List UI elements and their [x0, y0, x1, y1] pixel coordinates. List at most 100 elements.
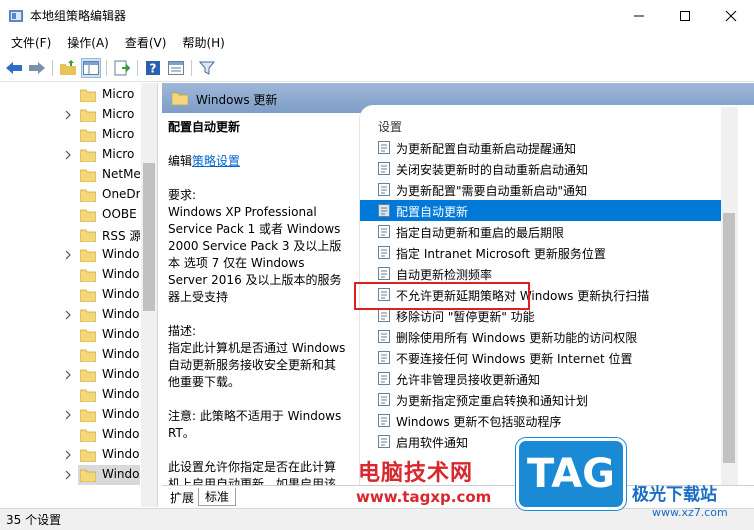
- tree-item[interactable]: OOBE: [0, 205, 141, 225]
- tree-item-label: Windo: [102, 287, 140, 301]
- menu-file[interactable]: 文件(F): [4, 32, 58, 53]
- setting-label: 移除访问 "暂停更新" 功能: [396, 310, 535, 324]
- tree-item[interactable]: Micro: [0, 145, 141, 165]
- properties-button[interactable]: [166, 58, 186, 78]
- tree-item[interactable]: Windo: [0, 405, 141, 425]
- setting-row[interactable]: 配置自动更新: [360, 200, 736, 221]
- tree-item-label: RSS 源: [102, 229, 140, 243]
- minimize-button[interactable]: [616, 0, 662, 31]
- setting-label: Windows 更新不包括驱动程序: [396, 415, 562, 429]
- filter-button[interactable]: [197, 58, 217, 78]
- folder-icon: [172, 92, 188, 105]
- up-folder-icon: [60, 60, 76, 75]
- menu-bar: 文件(F) 操作(A) 查看(V) 帮助(H): [0, 31, 754, 53]
- policy-setting-icon: [378, 435, 390, 448]
- tree-item[interactable]: Windo: [0, 445, 141, 465]
- edit-policy-link[interactable]: 策略设置: [192, 154, 240, 168]
- navigation-tree[interactable]: Micro Micro Micro Micro NetMe OneDr OOBE RSS 源 W…: [0, 83, 158, 507]
- tree-item[interactable]: Micro: [0, 85, 141, 105]
- tree-item-label: Windo: [102, 387, 140, 401]
- chevron-right-icon[interactable]: [63, 450, 73, 460]
- tree-item[interactable]: OneDr: [0, 185, 141, 205]
- maximize-button[interactable]: [662, 0, 708, 31]
- maximize-icon: [680, 10, 690, 21]
- folder-icon: [80, 149, 96, 162]
- tree-item[interactable]: Windo: [0, 245, 141, 265]
- tree-item[interactable]: Windo: [78, 465, 140, 485]
- tree-item[interactable]: Windo: [0, 285, 141, 305]
- back-button[interactable]: [4, 58, 24, 78]
- show-hide-tree-button[interactable]: [81, 58, 101, 78]
- chevron-right-icon[interactable]: [63, 250, 73, 260]
- tree-item[interactable]: Micro: [0, 125, 141, 145]
- folder-icon: [80, 109, 96, 122]
- setting-row[interactable]: 移除访问 "暂停更新" 功能: [360, 305, 736, 326]
- setting-row[interactable]: 为更新配置自动重新启动提醒通知: [360, 137, 736, 158]
- tree-item[interactable]: Windo: [0, 425, 141, 445]
- setting-row[interactable]: Windows 更新不包括驱动程序: [360, 410, 736, 431]
- menu-help[interactable]: 帮助(H): [175, 32, 231, 53]
- close-button[interactable]: [708, 0, 754, 31]
- settings-scroll-thumb[interactable]: [723, 213, 735, 463]
- tree-item[interactable]: Windo: [0, 265, 141, 285]
- menu-action[interactable]: 操作(A): [60, 32, 116, 53]
- help-button[interactable]: ?: [143, 58, 163, 78]
- chevron-right-icon[interactable]: [63, 110, 73, 120]
- tree-item[interactable]: Windo: [0, 325, 141, 345]
- setting-row[interactable]: 不要连接任何 Windows 更新 Internet 位置: [360, 347, 736, 368]
- tab-standard[interactable]: 标准: [198, 488, 237, 506]
- watermark-site-url: www.tagxp.com: [356, 488, 492, 506]
- setting-label: 指定 Intranet Microsoft 更新服务位置: [396, 247, 606, 261]
- show-hide-tree-icon: [83, 61, 99, 75]
- tree-item[interactable]: Windo: [0, 365, 141, 385]
- tree-item[interactable]: Windo: [0, 385, 141, 405]
- edit-line: 编辑策略设置: [168, 153, 346, 170]
- setting-row[interactable]: 为更新配置"需要自动重新启动"通知: [360, 179, 736, 200]
- policy-setting-icon: [378, 246, 390, 259]
- setting-row[interactable]: 指定 Intranet Microsoft 更新服务位置: [360, 242, 736, 263]
- toolbar: ?: [0, 54, 754, 82]
- settings-column-header[interactable]: 设置: [378, 118, 402, 135]
- close-icon: [725, 10, 737, 21]
- tree-item[interactable]: RSS 源: [0, 225, 141, 245]
- folder-icon: [80, 249, 96, 262]
- policy-setting-icon: [378, 183, 390, 196]
- tree-item-label: Windo: [102, 407, 140, 421]
- folder-icon: [80, 309, 96, 322]
- chevron-right-icon[interactable]: [63, 370, 73, 380]
- svg-text:?: ?: [150, 62, 157, 76]
- setting-row[interactable]: 为更新指定预定重启转换和通知计划: [360, 389, 736, 410]
- chevron-right-icon[interactable]: [63, 150, 73, 160]
- export-list-button[interactable]: [112, 58, 132, 78]
- setting-row[interactable]: 不允许更新延期策略对 Windows 更新执行扫描: [360, 284, 736, 305]
- tree-scroll-thumb[interactable]: [143, 163, 155, 311]
- setting-row[interactable]: 允许非管理员接收更新通知: [360, 368, 736, 389]
- note-text: 注意: 此策略不适用于 Windows RT。: [168, 409, 342, 440]
- tree-item-label: Micro: [102, 87, 135, 101]
- group-policy-app-icon: [9, 10, 23, 22]
- menu-view[interactable]: 查看(V): [118, 32, 174, 53]
- settings-list-pane: 设置 为更新配置自动重新启动提醒通知 关闭安装更新时的自动重新启动通知 为更新配置"…: [360, 105, 754, 485]
- more-text: 此设置允许你指定是否在此计算机上启用自动更新。如果启用该服: [168, 460, 337, 485]
- tab-extended[interactable]: 扩展: [164, 488, 200, 506]
- setting-row[interactable]: 关闭安装更新时的自动重新启动通知: [360, 158, 736, 179]
- chevron-right-icon[interactable]: [63, 410, 73, 420]
- policy-setting-icon: [378, 141, 390, 154]
- chevron-right-icon[interactable]: [63, 310, 73, 320]
- setting-row[interactable]: 指定自动更新和重启的最后期限: [360, 221, 736, 242]
- tree-item[interactable]: Micro: [0, 105, 141, 125]
- setting-label: 删除使用所有 Windows 更新功能的访问权限: [396, 331, 638, 345]
- folder-title: Windows 更新: [196, 93, 278, 107]
- setting-row[interactable]: 自动更新检测频率: [360, 263, 736, 284]
- help-icon: ?: [146, 61, 160, 76]
- chevron-right-icon[interactable]: [63, 470, 73, 480]
- forward-button[interactable]: [27, 58, 47, 78]
- tree-item[interactable]: Windo: [0, 305, 141, 325]
- tree-item[interactable]: Windo: [0, 345, 141, 365]
- tree-item-label: Windo: [102, 427, 140, 441]
- setting-label: 为更新指定预定重启转换和通知计划: [396, 394, 589, 408]
- tree-item[interactable]: NetMe: [0, 165, 141, 185]
- up-folder-button[interactable]: [58, 58, 78, 78]
- policy-setting-icon: [378, 351, 390, 364]
- setting-row[interactable]: 删除使用所有 Windows 更新功能的访问权限: [360, 326, 736, 347]
